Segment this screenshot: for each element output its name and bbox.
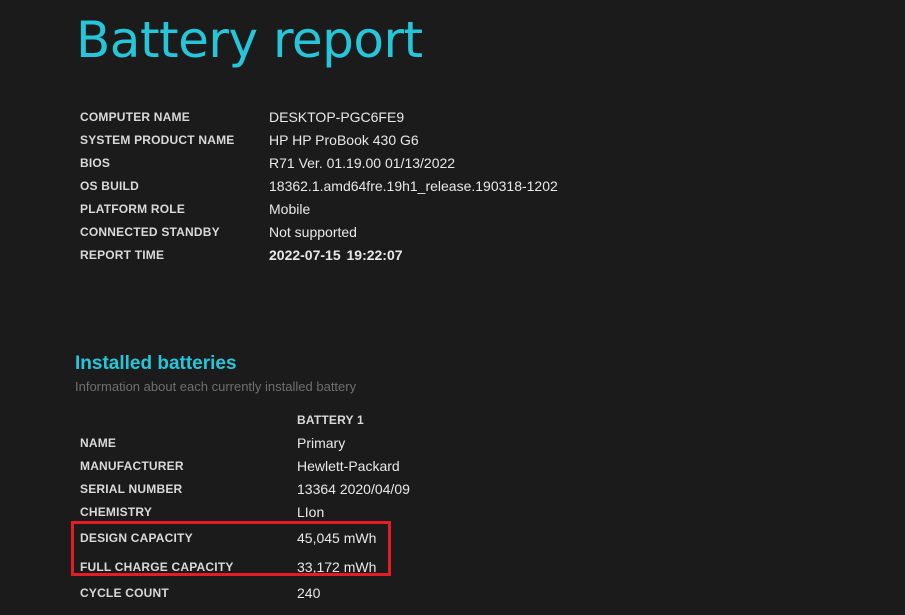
info-value: DESKTOP-PGC6FE9: [269, 108, 405, 125]
info-value: HP HP ProBook 430 G6: [269, 131, 419, 148]
battery-value: LIon: [297, 503, 325, 520]
report-time-value: 2022-07-15 19:22:07: [269, 246, 403, 263]
section-title-installed-batteries: Installed batteries: [75, 353, 237, 374]
battery-value: Hewlett-Packard: [297, 457, 400, 474]
info-row-platform-role: PLATFORM ROLE Mobile: [80, 197, 558, 220]
info-label: OS BUILD: [80, 178, 139, 193]
info-value: Mobile: [269, 200, 311, 217]
info-label: SYSTEM PRODUCT NAME: [80, 132, 235, 147]
battery-value: 240: [297, 584, 321, 601]
capacity-highlight-box: [71, 521, 391, 576]
info-value: Not supported: [269, 223, 357, 240]
battery-table-corner: [80, 409, 297, 431]
info-value: R71 Ver. 01.19.00 01/13/2022: [269, 154, 456, 171]
info-row-report-time: REPORT TIME 2022-07-15 19:22:07: [80, 243, 558, 266]
info-row-computer-name: COMPUTER NAME DESKTOP-PGC6FE9: [80, 105, 558, 128]
battery-label: CYCLE COUNT: [80, 585, 169, 600]
battery-value: 13364 2020/04/09: [297, 480, 410, 497]
battery-row-serial-number: SERIAL NUMBER 13364 2020/04/09: [80, 477, 514, 500]
info-row-bios: BIOS R71 Ver. 01.19.00 01/13/2022: [80, 151, 558, 174]
battery-value: Primary: [297, 434, 346, 451]
battery-row-cycle-count: CYCLE COUNT 240: [80, 581, 514, 604]
battery-row-chemistry: CHEMISTRY LIon: [80, 500, 514, 523]
battery-label: NAME: [80, 435, 117, 450]
info-row-connected-standby: CONNECTED STANDBY Not supported: [80, 220, 558, 243]
info-label: REPORT TIME: [80, 247, 165, 262]
section-subtitle: Information about each currently install…: [75, 379, 357, 394]
info-value: 18362.1.amd64fre.19h1_release.190318-120…: [269, 177, 558, 194]
battery-label: MANUFACTURER: [80, 458, 184, 473]
info-label: COMPUTER NAME: [80, 109, 190, 124]
battery-row-name: NAME Primary: [80, 431, 514, 454]
battery-label: CHEMISTRY: [80, 504, 153, 519]
battery-row-manufacturer: MANUFACTURER Hewlett-Packard: [80, 454, 514, 477]
system-info-table: COMPUTER NAME DESKTOP-PGC6FE9 SYSTEM PRO…: [80, 105, 558, 266]
info-row-os-build: OS BUILD 18362.1.amd64fre.19h1_release.1…: [80, 174, 558, 197]
battery-column-header: BATTERY 1: [297, 413, 364, 427]
page-title: Battery report: [76, 11, 423, 69]
battery-label: SERIAL NUMBER: [80, 481, 183, 496]
info-row-system-product-name: SYSTEM PRODUCT NAME HP HP ProBook 430 G6: [80, 128, 558, 151]
info-label: PLATFORM ROLE: [80, 201, 186, 216]
info-label: BIOS: [80, 155, 111, 170]
battery-table-header-row: BATTERY 1: [80, 409, 514, 431]
info-label: CONNECTED STANDBY: [80, 224, 220, 239]
